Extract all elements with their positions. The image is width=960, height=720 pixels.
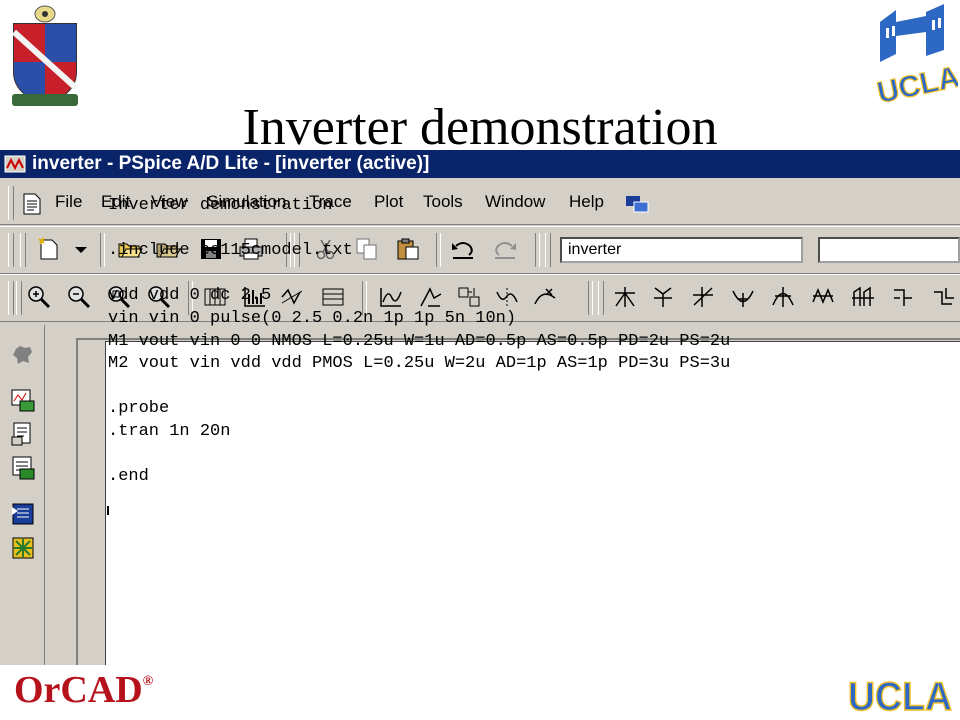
toolbar-grip-2[interactable] bbox=[20, 233, 26, 267]
chevron-down-icon[interactable] bbox=[72, 236, 90, 262]
simulation-status-icon[interactable] bbox=[10, 343, 36, 369]
simulation-messages-icon[interactable] bbox=[10, 501, 36, 527]
ucla-top-text: UCLA bbox=[874, 60, 958, 102]
toolbar-grip[interactable] bbox=[8, 233, 14, 267]
code-line: .probe bbox=[108, 399, 170, 419]
orcad-logo-text: OrCAD bbox=[14, 669, 143, 711]
ucla-bottom-text: UCLA bbox=[848, 675, 952, 718]
previous-transition-icon[interactable] bbox=[930, 284, 956, 310]
trace-combo[interactable] bbox=[818, 237, 960, 263]
ucla-tower-logo: UCLA bbox=[874, 4, 958, 102]
toolbar-grip-6[interactable] bbox=[16, 281, 22, 315]
view-simulation-results-icon[interactable] bbox=[10, 387, 36, 413]
document-menu-icon[interactable] bbox=[22, 193, 42, 215]
new-file-icon[interactable] bbox=[36, 236, 62, 262]
menubar-grip[interactable] bbox=[8, 186, 14, 220]
university-crest-logo bbox=[11, 5, 79, 106]
circuit-netlist-text[interactable]: Inverter demonstration .include ee115cmo… bbox=[108, 195, 730, 489]
zoom-out-icon[interactable] bbox=[66, 284, 92, 310]
code-line: .include ee115cmodel.txt bbox=[108, 241, 353, 261]
cursor-point-icon[interactable] bbox=[810, 284, 836, 310]
menu-file[interactable]: File bbox=[55, 192, 82, 212]
ucla-wordmark-logo: UCLA bbox=[847, 674, 953, 718]
registered-mark: ® bbox=[142, 674, 154, 689]
toolbar-separator bbox=[100, 233, 105, 267]
code-line: vin vin 0 pulse(0 2.5 0.2n 1p 1p 5n 10n) bbox=[108, 308, 517, 328]
text-cursor bbox=[107, 506, 109, 515]
code-line: vdd vdd 0 dc 2.5 bbox=[108, 286, 272, 306]
view-circuit-file-icon[interactable] bbox=[10, 455, 36, 481]
slide-title: Inverter demonstration bbox=[242, 99, 718, 156]
code-line: Inverter demonstration bbox=[108, 196, 333, 215]
window-title: inverter - PSpice A/D Lite - [inverter (… bbox=[32, 153, 430, 174]
zoom-in-icon[interactable] bbox=[26, 284, 52, 310]
toolbar-grip-5[interactable] bbox=[8, 281, 14, 315]
code-line: M1 vout vin 0 0 NMOS L=0.25u W=1u AD=0.5… bbox=[108, 331, 731, 351]
code-line: M2 vout vin vdd vdd PMOS L=0.25u W=2u AD… bbox=[108, 354, 731, 374]
cursor-max-icon[interactable] bbox=[770, 284, 796, 310]
code-line: .end bbox=[108, 467, 149, 487]
left-toolbar bbox=[0, 325, 45, 665]
code-line: .tran 1n 20n bbox=[108, 421, 231, 441]
orcad-logo: OrCAD® bbox=[14, 668, 153, 712]
view-output-file-icon[interactable] bbox=[10, 421, 36, 447]
next-transition-icon[interactable] bbox=[890, 284, 916, 310]
cursor-min-icon[interactable] bbox=[730, 284, 756, 310]
cursor-search-icon[interactable] bbox=[850, 284, 876, 310]
pspice-app-icon[interactable] bbox=[4, 154, 26, 174]
window-titlebar[interactable]: inverter - PSpice A/D Lite - [inverter (… bbox=[0, 150, 960, 178]
watch-window-icon[interactable] bbox=[10, 535, 36, 561]
